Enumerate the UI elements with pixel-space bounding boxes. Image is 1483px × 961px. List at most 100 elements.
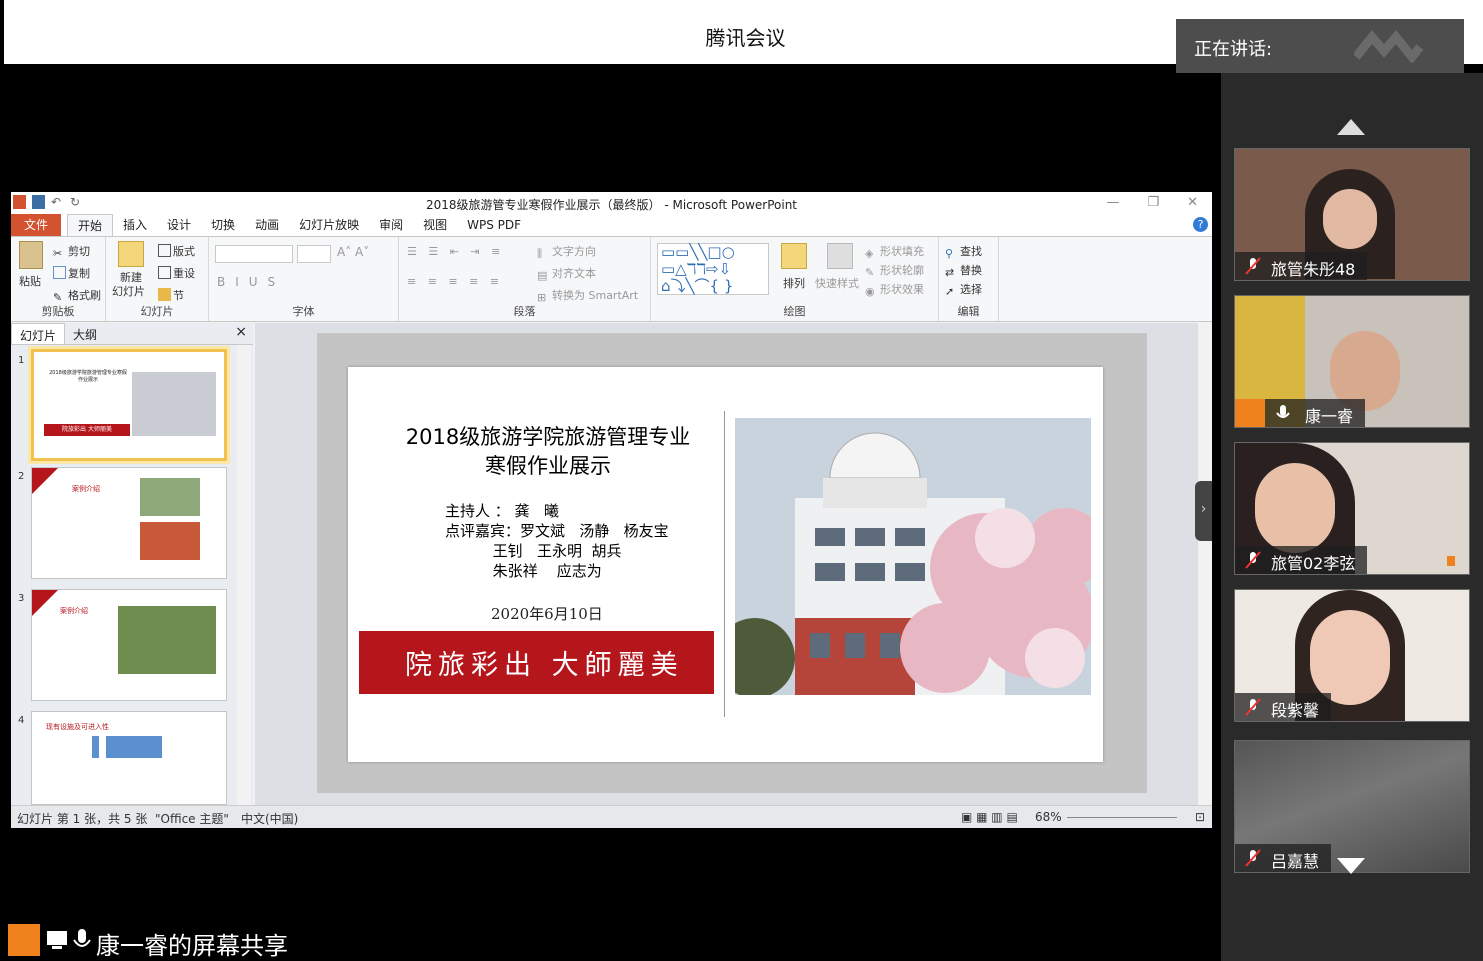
format-painter-button[interactable]: 格式刷: [68, 289, 101, 302]
shape-effects-button[interactable]: 形状效果: [880, 283, 924, 296]
speaking-label: 正在讲话:: [1194, 39, 1273, 60]
zoom-level[interactable]: 68%: [1035, 810, 1062, 824]
status-bar: 幻灯片 第 1 张，共 5 张 "Office 主题" 中文(中国) ▣ ▦ ▥…: [11, 805, 1212, 828]
participant-face: [1255, 463, 1335, 553]
close-panel-icon[interactable]: ×: [235, 324, 247, 340]
thumb-2-photo-2: [140, 522, 200, 560]
slide-banner: 院旅彩出 大師麗美: [359, 631, 714, 694]
view-buttons[interactable]: ▣ ▦ ▥ ▤: [961, 810, 1018, 824]
find-button[interactable]: 查找: [960, 245, 982, 258]
tab-transitions[interactable]: 切换: [201, 214, 245, 236]
ppt-window-title: 2018级旅游管专业寒假作业展示（最终版） - Microsoft PowerP…: [426, 198, 797, 212]
font-style-icons[interactable]: BIUS: [217, 275, 285, 289]
tab-file[interactable]: 文件: [11, 214, 61, 236]
slide-scrollbar[interactable]: [1197, 323, 1212, 805]
zoom-slider[interactable]: [1067, 817, 1177, 818]
participant-tile-2[interactable]: 康一睿: [1234, 295, 1470, 428]
paste-button[interactable]: 粘贴: [19, 273, 41, 289]
thumb-2-photo: [140, 478, 200, 516]
slide-thumbnail-2[interactable]: 案例介绍: [31, 467, 227, 579]
participant-face: [1310, 610, 1390, 705]
arrange-button[interactable]: 排列: [783, 275, 805, 291]
screen-share-icon: [47, 931, 67, 949]
slide-thumbnail-4[interactable]: 现有设施及可进入性: [31, 711, 227, 805]
tab-view[interactable]: 视图: [413, 214, 457, 236]
section-icon: [158, 288, 171, 301]
slides-group: 新建 幻灯片 版式 重设 节 幻灯片: [106, 237, 209, 321]
new-slide-icon[interactable]: [118, 241, 144, 267]
fit-window-icon[interactable]: ⊡: [1195, 810, 1205, 824]
tab-home[interactable]: 开始: [67, 213, 114, 237]
new-slide-button-label[interactable]: 幻灯片: [112, 283, 145, 299]
tencent-meeting-logo-icon: [1354, 29, 1424, 63]
mic-icon: [1276, 405, 1290, 418]
panel-scrollbar[interactable]: [237, 345, 251, 805]
align-icons[interactable]: ≡ ≡ ≡ ≡ ≡: [407, 275, 503, 288]
tab-animations[interactable]: 动画: [245, 214, 289, 236]
layout-button[interactable]: 版式: [173, 245, 195, 258]
thumb-4-title: 现有设施及可进入性: [46, 723, 109, 731]
font-label: 字体: [292, 305, 315, 318]
participant-tile-1[interactable]: 旅管朱彤48: [1234, 148, 1470, 281]
minimize-icon[interactable]: —: [1106, 195, 1119, 210]
close-icon[interactable]: ✕: [1187, 195, 1198, 210]
tab-wps-pdf[interactable]: WPS PDF: [457, 214, 531, 236]
quick-styles-icon[interactable]: [827, 243, 853, 269]
scroll-down-icon[interactable]: [1337, 858, 1365, 874]
reset-button[interactable]: 重设: [173, 267, 195, 280]
tab-slides[interactable]: 幻灯片: [11, 323, 66, 344]
shape-outline-button[interactable]: 形状轮廓: [880, 264, 924, 277]
cut-button[interactable]: 剪切: [68, 245, 90, 258]
participant-tile-5[interactable]: 吕嘉慧: [1234, 740, 1470, 873]
participant-tile-3[interactable]: 旅管02李弦: [1234, 442, 1470, 575]
slide-title: 2018级旅游学院旅游管理专业 寒假作业展示: [378, 423, 718, 481]
participant-name: 段紫馨: [1271, 701, 1320, 720]
tab-review[interactable]: 审阅: [369, 214, 413, 236]
participant-name: 旅管02李弦: [1271, 554, 1356, 573]
slide-count: 幻灯片 第 1 张，共 5 张: [17, 812, 148, 826]
shapes-gallery[interactable]: ▭▭╲╲□○ ▭△ℸℸ⇨⇩ ⌂⤵╲⌒{ }: [657, 243, 769, 295]
text-direction-button[interactable]: 文字方向: [552, 245, 596, 258]
thumb-1-photo: [132, 372, 216, 436]
grow-font-icon[interactable]: A˄ A˅: [337, 245, 369, 259]
select-button[interactable]: 选择: [960, 283, 982, 296]
font-family-select[interactable]: [215, 245, 293, 263]
tab-design[interactable]: 设计: [157, 214, 201, 236]
help-icon[interactable]: ?: [1193, 217, 1208, 232]
host-avatar-icon: [8, 924, 40, 956]
slide-title-line1: 2018级旅游学院旅游管理专业: [405, 425, 691, 449]
section-button[interactable]: 节: [173, 289, 184, 302]
editing-label: 编辑: [957, 305, 980, 318]
slide-building-photo: [735, 418, 1091, 695]
mic-muted-icon: [1245, 698, 1261, 716]
paste-icon[interactable]: [19, 241, 43, 269]
font-size-select[interactable]: [297, 245, 331, 263]
tab-outline[interactable]: 大纲: [65, 323, 105, 344]
thumb-num-1: 1: [18, 355, 25, 366]
tab-insert[interactable]: 插入: [113, 214, 157, 236]
cursor-icon: ➚: [945, 285, 955, 298]
slide-thumbnail-3[interactable]: 案例介绍: [31, 589, 227, 701]
collapse-gallery-icon[interactable]: ›: [1195, 481, 1212, 541]
current-slide[interactable]: 2018级旅游学院旅游管理专业 寒假作业展示 主持人 ： 龚 曦 点评嘉宾：罗文…: [348, 367, 1103, 762]
mic-muted-icon: [1245, 257, 1261, 275]
quick-styles-button[interactable]: 快速样式: [815, 275, 859, 291]
list-icons[interactable]: ☰ ☰ ⇤ ⇥ ≡: [407, 245, 504, 258]
clipboard-group: 粘贴 ✂ 剪切 复制 ✎ 格式刷 剪贴板: [11, 237, 106, 321]
copy-icon: [53, 266, 66, 279]
shape-fill-button[interactable]: 形状填充: [880, 245, 924, 258]
smartart-button[interactable]: 转换为 SmartArt: [552, 289, 638, 302]
replace-button[interactable]: 替换: [960, 264, 982, 277]
scroll-up-icon[interactable]: [1337, 119, 1365, 135]
slide-thumbnail-1[interactable]: 2018级旅游学院旅游管理专业寒假作业展示 院旅彩出 大师丽美: [31, 349, 227, 461]
restore-icon[interactable]: ❐: [1147, 195, 1159, 210]
thumb-3-corner: [32, 590, 58, 616]
slide-editing-area: 2018级旅游学院旅游管理专业 寒假作业展示 主持人 ： 龚 曦 点评嘉宾：罗文…: [255, 323, 1197, 805]
arrange-icon[interactable]: [781, 243, 807, 269]
tab-slideshow[interactable]: 幻灯片放映: [289, 214, 369, 236]
paint-bucket-icon: ◈: [865, 247, 874, 260]
screen-share-label: 康一睿的屏幕共享: [96, 932, 288, 960]
participant-tile-4[interactable]: 段紫馨: [1234, 589, 1470, 722]
align-text-button[interactable]: 对齐文本: [552, 267, 596, 280]
copy-button[interactable]: 复制: [68, 267, 90, 280]
